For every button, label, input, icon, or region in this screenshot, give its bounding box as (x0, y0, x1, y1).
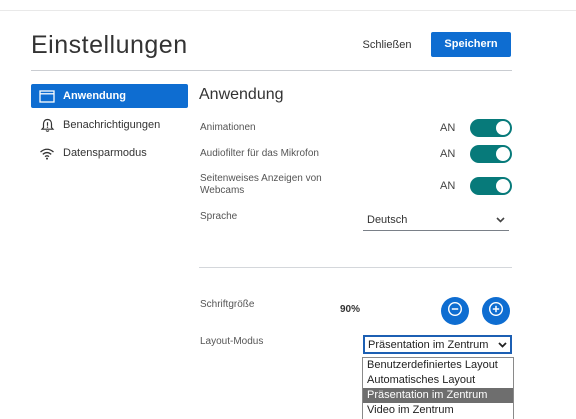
page-title: Einstellungen (31, 31, 188, 59)
font-size-value: 90% (340, 304, 361, 315)
animations-toggle-group: AN (440, 119, 512, 137)
bell-alert-icon (35, 118, 59, 133)
dropdown-option[interactable]: Benutzerdefiniertes Layout (363, 358, 513, 373)
decrease-font-button[interactable] (441, 297, 469, 325)
sidebar-item-label: Benachrichtigungen (63, 119, 161, 131)
layout-mode-select[interactable]: Präsentation im Zentrum (363, 335, 512, 354)
chevron-down-icon (498, 341, 507, 348)
save-button[interactable]: Speichern (431, 32, 511, 57)
wifi-icon (35, 147, 59, 160)
audio-filter-state: AN (440, 148, 456, 160)
section-divider (199, 267, 512, 268)
layout-mode-dropdown: Benutzerdefiniertes Layout Automatisches… (362, 357, 514, 419)
layout-mode-select-value: Präsentation im Zentrum (368, 338, 489, 351)
pagewise-webcams-toggle[interactable] (470, 177, 512, 195)
pagewise-webcams-state: AN (440, 180, 456, 192)
settings-page: Einstellungen Schließen Speichern Anwend… (0, 0, 576, 419)
sidebar-item-anwendung[interactable]: Anwendung (31, 84, 188, 108)
audio-filter-label: Audiofilter für das Mikrofon (200, 148, 319, 159)
sidebar-item-benachrichtigungen[interactable]: Benachrichtigungen (31, 113, 188, 137)
dropdown-option[interactable]: Automatisches Layout (363, 373, 513, 388)
toggle-knob (496, 179, 510, 193)
language-label: Sprache (200, 211, 238, 222)
audio-filter-toggle[interactable] (470, 145, 512, 163)
language-select-value: Deutsch (367, 214, 408, 226)
dropdown-option[interactable]: Video im Zentrum (363, 403, 513, 418)
plus-circle-icon (488, 301, 504, 322)
increase-font-button[interactable] (482, 297, 510, 325)
toggle-knob (496, 121, 510, 135)
layout-mode-label: Layout-Modus (200, 336, 264, 347)
dropdown-option-selected[interactable]: Präsentation im Zentrum (363, 388, 513, 403)
sidebar-item-label: Datensparmodus (63, 147, 147, 159)
font-size-label: Schriftgröße (200, 299, 255, 310)
chevron-down-icon (496, 217, 505, 223)
close-button[interactable]: Schließen (357, 36, 417, 54)
window-icon (35, 89, 59, 103)
minus-circle-icon (447, 301, 463, 322)
pagewise-webcams-toggle-group: AN (440, 177, 512, 195)
header-divider (31, 70, 512, 71)
language-select[interactable]: Deutsch (363, 210, 509, 231)
animations-toggle[interactable] (470, 119, 512, 137)
sidebar-item-datensparmodus[interactable]: Datensparmodus (31, 141, 188, 165)
animations-label: Animationen (200, 122, 256, 133)
pagewise-webcams-label-line1: Seitenweises Anzeigen von (200, 173, 322, 184)
toggle-knob (496, 147, 510, 161)
sidebar-item-label: Anwendung (63, 90, 126, 102)
animations-state: AN (440, 122, 456, 134)
top-divider (0, 10, 576, 11)
audio-filter-toggle-group: AN (440, 145, 512, 163)
pagewise-webcams-label-line2: Webcams (200, 185, 245, 196)
section-title: Anwendung (199, 86, 284, 103)
pagewise-webcams-label: Seitenweises Anzeigen von Webcams (200, 173, 322, 197)
